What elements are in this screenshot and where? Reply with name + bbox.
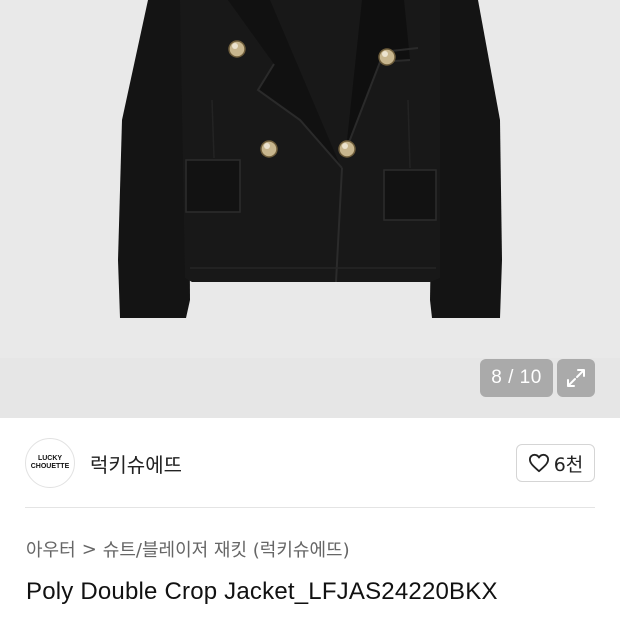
section-divider: [25, 507, 595, 508]
product-image-gallery[interactable]: 8 / 10: [0, 0, 620, 418]
expand-button[interactable]: [557, 359, 595, 397]
brand-logo-line2: CHOUETTE: [30, 463, 70, 470]
brand-name[interactable]: 럭키슈에뜨: [90, 449, 182, 478]
image-counter: 8 / 10: [480, 359, 553, 397]
brand-logo[interactable]: LUCKY CHOUETTE: [25, 438, 75, 488]
image-counter-label: 8 / 10: [491, 367, 542, 388]
product-image: [118, 0, 502, 318]
brand-logo-line1: LUCKY: [37, 455, 63, 462]
product-title: Poly Double Crop Jacket_LFJAS24220BKX: [26, 578, 498, 605]
heart-icon: [528, 453, 549, 473]
breadcrumb: 아우터 > 슈트/블레이저 재킷 (럭키슈에뜨): [26, 536, 350, 562]
like-button[interactable]: 6천: [516, 444, 595, 482]
like-count: 6천: [553, 453, 584, 476]
breadcrumb-item-outer[interactable]: 아우터: [26, 536, 76, 562]
expand-icon: [567, 369, 585, 387]
breadcrumb-item-suit-blazer[interactable]: 슈트/블레이저 재킷 (럭키슈에뜨): [103, 536, 350, 562]
breadcrumb-separator: >: [81, 538, 97, 560]
